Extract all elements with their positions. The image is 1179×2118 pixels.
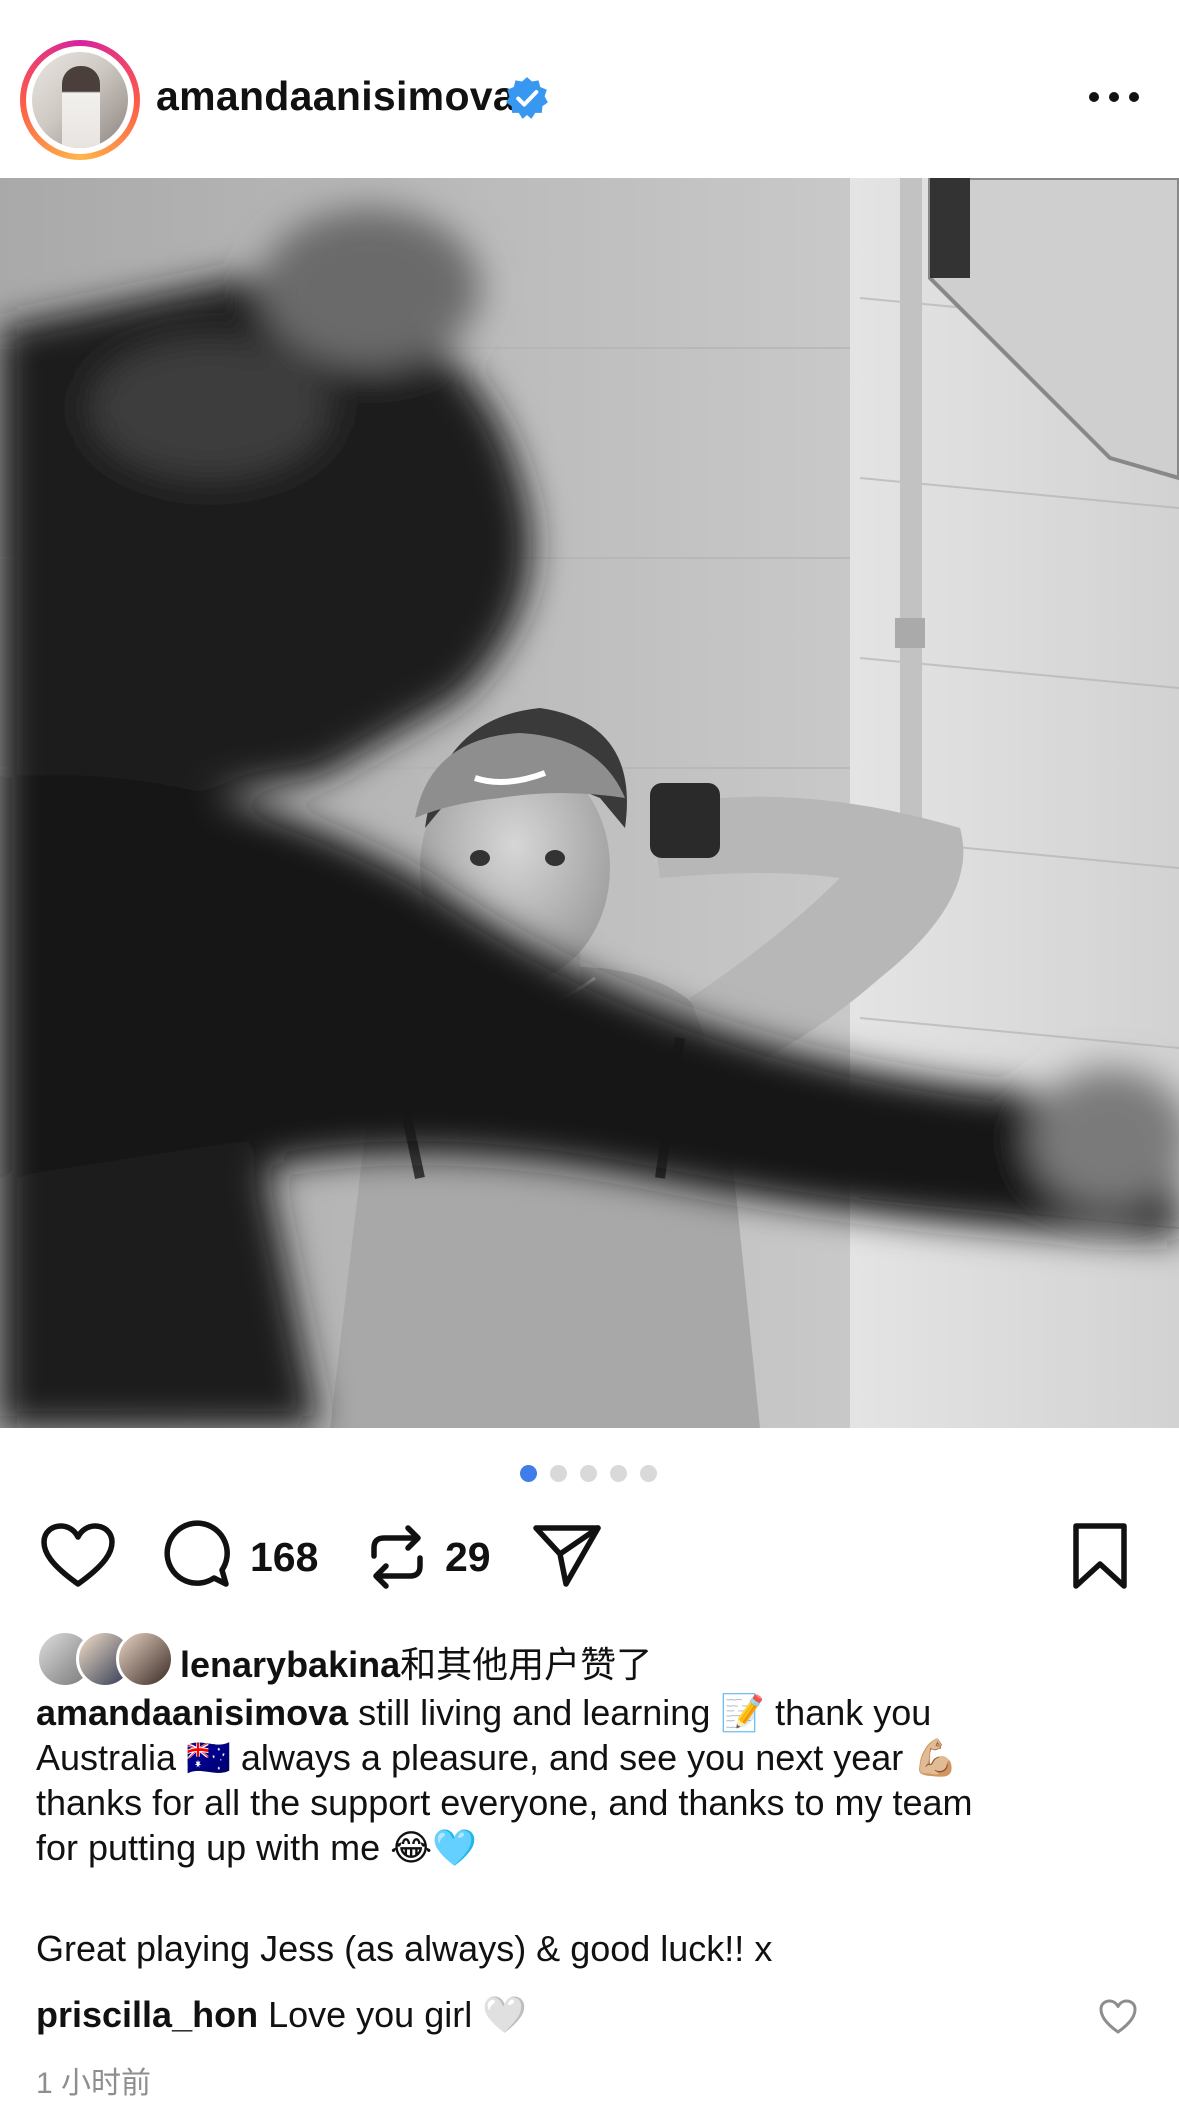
- profile-avatar[interactable]: [20, 40, 140, 160]
- more-options-icon[interactable]: [1086, 82, 1142, 112]
- liker-avatar: [116, 1630, 174, 1688]
- post-header: amandaanisimova: [0, 0, 1179, 178]
- carousel-dot: [550, 1465, 567, 1482]
- save-bookmark-icon[interactable]: [1070, 1520, 1130, 1592]
- action-bar: 168 29: [0, 1512, 1179, 1602]
- caption-username[interactable]: amandaanisimova: [36, 1692, 348, 1733]
- comment-text: Love you girl 🤍: [258, 1994, 528, 2035]
- caption-line: thanks for all the support everyone, and…: [36, 1782, 973, 1823]
- caption-line: Australia 🇦🇺 always a pleasure, and see …: [36, 1737, 959, 1778]
- carousel-dot: [640, 1465, 657, 1482]
- liked-by-row[interactable]: lenarybakina和其他用户赞了: [0, 1630, 1179, 1690]
- carousel-dot-active: [520, 1465, 537, 1482]
- comment-like-heart-icon[interactable]: [1098, 1998, 1138, 2036]
- liked-by-text: lenarybakina和其他用户赞了: [180, 1636, 652, 1688]
- post-username[interactable]: amandaanisimova: [156, 73, 516, 120]
- caption-line: still living and learning 📝 thank you: [348, 1692, 932, 1733]
- carousel-indicator: [0, 1462, 1179, 1484]
- comment-preview[interactable]: priscilla_hon Love you girl 🤍: [36, 1994, 1096, 2036]
- share-send-icon[interactable]: [530, 1520, 604, 1590]
- repost-count: 29: [445, 1534, 491, 1580]
- liked-by-suffix: 和其他用户赞了: [400, 1644, 653, 1685]
- verified-badge-icon: [506, 77, 548, 119]
- like-heart-icon[interactable]: [40, 1522, 116, 1590]
- liker-username[interactable]: lenarybakina: [180, 1644, 400, 1685]
- post-photo-illustration: [0, 178, 1179, 1428]
- post-photo[interactable]: [0, 178, 1179, 1428]
- caption-line: Great playing Jess (as always) & good lu…: [36, 1928, 773, 1969]
- carousel-dot: [580, 1465, 597, 1482]
- post-caption: amandaanisimova still living and learnin…: [36, 1690, 1146, 1971]
- comment-count: 168: [250, 1534, 319, 1580]
- carousel-dot: [610, 1465, 627, 1482]
- comment-bubble-icon[interactable]: [162, 1520, 232, 1590]
- repost-icon[interactable]: [364, 1522, 430, 1592]
- post-timestamp: 1 小时前: [36, 2067, 152, 2100]
- comment-username[interactable]: priscilla_hon: [36, 1994, 258, 2035]
- caption-line: for putting up with me 😂🩵: [36, 1827, 478, 1868]
